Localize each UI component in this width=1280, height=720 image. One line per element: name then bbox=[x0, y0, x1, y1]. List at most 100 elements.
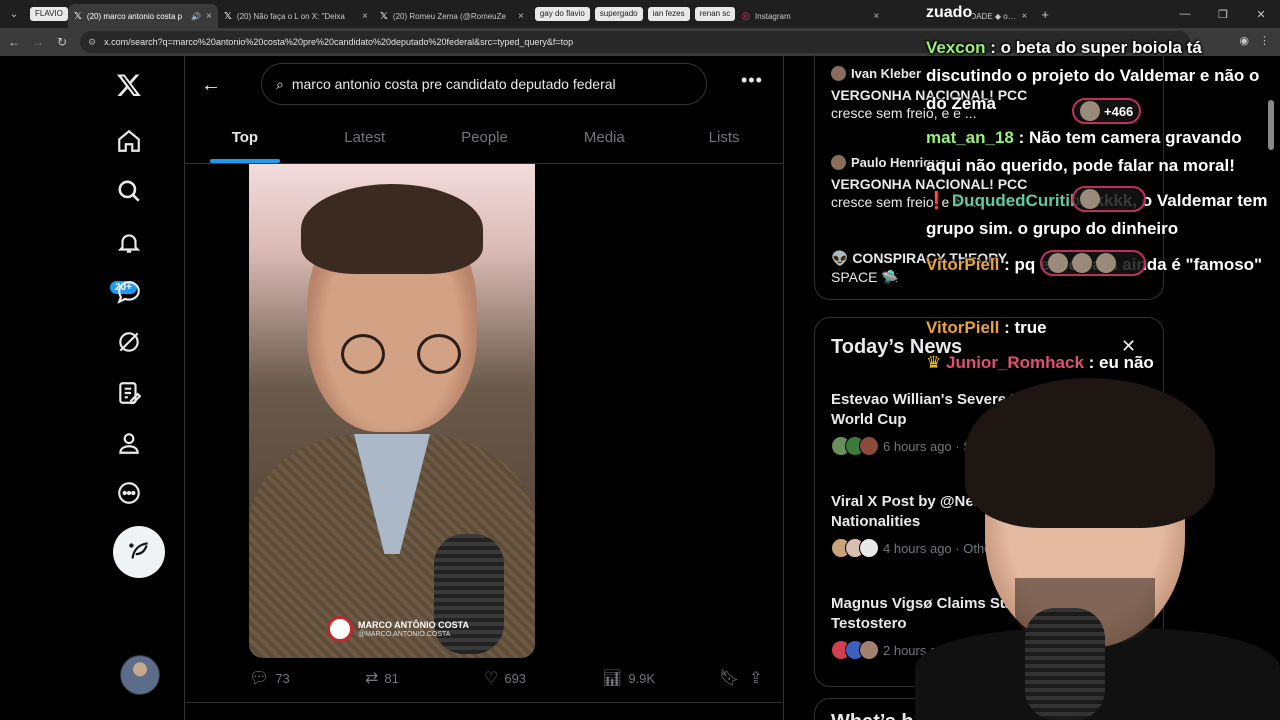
new-tab-icon[interactable]: + bbox=[1041, 7, 1049, 22]
search-input[interactable]: ⌕ marco antonio costa pre candidato depu… bbox=[261, 63, 707, 105]
chat-message: mat_an_18 : Não tem camera gravando aqui… bbox=[926, 128, 1242, 175]
tab-search-icon[interactable]: ⌄ bbox=[3, 3, 25, 25]
reload-icon[interactable]: ↻ bbox=[50, 35, 74, 49]
webcam-microphone bbox=[1025, 608, 1105, 720]
chat-user: Junior_Romhack bbox=[945, 353, 1084, 372]
avatar bbox=[1048, 253, 1068, 273]
search-icon: ⌕ bbox=[276, 75, 284, 92]
more-options-icon[interactable]: ••• bbox=[741, 70, 763, 91]
tab-title: (20) marco antonio costa p bbox=[86, 11, 183, 21]
speaker-icon[interactable]: 🔊 bbox=[191, 12, 201, 21]
chat-text: eu não bbox=[1099, 353, 1154, 372]
chat-user: DuqudedCuritiba bbox=[951, 191, 1090, 210]
tab-group-chip[interactable]: FLAVIO bbox=[30, 7, 68, 21]
avatar-stack bbox=[831, 538, 879, 558]
close-tab-icon[interactable]: × bbox=[362, 11, 368, 22]
share-icon: ⇪ bbox=[749, 670, 763, 687]
post-video[interactable]: MARCO ANTÔNIO COSTA @MARCO.ANTONIO.COSTA bbox=[249, 164, 535, 658]
close-tab-icon[interactable]: × bbox=[873, 11, 879, 22]
views-button[interactable]: 📊︎ 9.9K bbox=[602, 668, 655, 688]
back-arrow-icon[interactable]: ← bbox=[199, 73, 223, 97]
avatar-stack bbox=[831, 436, 879, 456]
tab-people[interactable]: People bbox=[425, 112, 545, 163]
avatar bbox=[1080, 101, 1100, 121]
x-logo-icon: 𝕏 bbox=[379, 10, 388, 22]
back-icon[interactable]: ← bbox=[2, 35, 26, 49]
close-window-icon[interactable]: ✕ bbox=[1242, 8, 1280, 21]
repost-button[interactable]: ⇄ 81 bbox=[365, 668, 399, 688]
video-hair bbox=[301, 184, 483, 274]
grok-icon[interactable] bbox=[104, 317, 154, 367]
browser-tab-active[interactable]: 𝕏 (20) marco antonio costa p 🔊 × bbox=[67, 4, 218, 28]
tab-group-chip[interactable]: renan sc bbox=[694, 7, 736, 21]
spaces-avatars-pill[interactable] bbox=[1040, 250, 1146, 276]
x-logo-icon[interactable] bbox=[104, 60, 154, 110]
tab-group-chip[interactable]: ian fezes bbox=[647, 7, 690, 21]
listener-count: +466 bbox=[1104, 103, 1134, 119]
spaces-listeners-pill[interactable]: +466 bbox=[1072, 98, 1142, 124]
chat-text: true bbox=[1014, 318, 1047, 337]
close-tab-icon[interactable]: × bbox=[518, 11, 524, 22]
profile-icon[interactable] bbox=[104, 418, 154, 468]
restore-icon[interactable]: ❐ bbox=[1204, 8, 1242, 21]
more-options-icon[interactable] bbox=[104, 468, 154, 518]
tab-latest[interactable]: Latest bbox=[305, 112, 425, 163]
search-icon[interactable] bbox=[104, 166, 154, 216]
repost-icon: ⇄ bbox=[365, 670, 379, 687]
reply-button[interactable]: 💬︎ 73 bbox=[249, 668, 290, 688]
browser-tab-bar: ⌄ FLAVIO 𝕏 (20) marco antonio costa p 🔊 … bbox=[0, 0, 1280, 28]
home-icon[interactable] bbox=[104, 116, 154, 166]
tab-media[interactable]: Media bbox=[544, 112, 664, 163]
heart-icon: ♡ bbox=[484, 670, 499, 687]
bookmark-button[interactable]: 🔖︎ bbox=[719, 668, 739, 688]
post-divider bbox=[185, 702, 783, 703]
chat-message: ♛ Junior_Romhack : eu não bbox=[926, 353, 1154, 372]
tab-group-chip[interactable]: supergado bbox=[594, 7, 643, 21]
share-button[interactable]: ⇪ bbox=[749, 668, 762, 688]
streamer-webcam bbox=[915, 378, 1280, 720]
like-button[interactable]: ♡ 693 bbox=[484, 668, 526, 688]
spaces-avatars-pill[interactable] bbox=[1072, 186, 1146, 212]
view-count: 9.9K bbox=[628, 670, 656, 686]
reply-count: 73 bbox=[275, 670, 290, 686]
avatar bbox=[1072, 253, 1092, 273]
analytics-icon: 📊︎ bbox=[602, 670, 623, 687]
video-watermark: MARCO ANTÔNIO COSTA @MARCO.ANTONIO.COSTA bbox=[327, 616, 469, 642]
tab-title: Instagram bbox=[755, 11, 791, 21]
close-tab-icon[interactable]: × bbox=[1021, 11, 1027, 22]
close-tab-icon[interactable]: × bbox=[206, 11, 212, 22]
sidebar-nav: 20+ bbox=[0, 56, 185, 720]
minimize-icon[interactable]: — bbox=[1166, 8, 1204, 20]
avatar bbox=[831, 66, 846, 81]
bell-icon[interactable] bbox=[104, 218, 154, 268]
repost-count: 81 bbox=[384, 670, 399, 686]
articles-icon[interactable] bbox=[104, 368, 154, 418]
like-count: 693 bbox=[504, 670, 527, 686]
crown-icon: ♛ bbox=[926, 353, 942, 372]
watermark-handle: @MARCO.ANTONIO.COSTA bbox=[358, 630, 451, 638]
avatar bbox=[1096, 253, 1116, 273]
account-avatar[interactable] bbox=[120, 655, 160, 695]
watermark-name: MARCO ANTÔNIO COSTA bbox=[358, 619, 469, 630]
avatar-stack bbox=[831, 640, 879, 660]
post-actions: 💬︎ 73 ⇄ 81 ♡ 693 📊︎ 9.9K 🔖︎ ⇪ bbox=[249, 668, 779, 692]
messages-icon[interactable] bbox=[104, 267, 154, 317]
video-glasses bbox=[341, 334, 461, 374]
tab-top[interactable]: Top bbox=[185, 112, 305, 163]
instagram-icon: ◎ bbox=[741, 10, 751, 22]
browser-tab-instagram[interactable]: ◎ Instagram × bbox=[735, 4, 885, 28]
site-info-icon[interactable]: ⚙ bbox=[88, 37, 96, 48]
reply-icon: 💬︎ bbox=[249, 670, 270, 687]
avatar bbox=[831, 155, 846, 170]
search-query: marco antonio costa pre candidato deputa… bbox=[291, 76, 616, 92]
tab-lists[interactable]: Lists bbox=[664, 112, 783, 163]
browser-tab[interactable]: 𝕏 (20) Romeu Zema (@RomeuZe × bbox=[374, 4, 530, 28]
webcam-hair bbox=[965, 378, 1215, 528]
feather-icon bbox=[129, 542, 148, 559]
avatar bbox=[1080, 189, 1100, 209]
forward-icon[interactable]: → bbox=[26, 35, 50, 49]
compose-post-button[interactable] bbox=[113, 526, 165, 578]
tab-group-chip[interactable]: gay do flavio bbox=[534, 7, 590, 21]
browser-tab[interactable]: 𝕏 (20) Não faça o L on X: "Deixa × bbox=[218, 4, 374, 28]
chat-user: VitorPiell bbox=[926, 318, 1000, 337]
